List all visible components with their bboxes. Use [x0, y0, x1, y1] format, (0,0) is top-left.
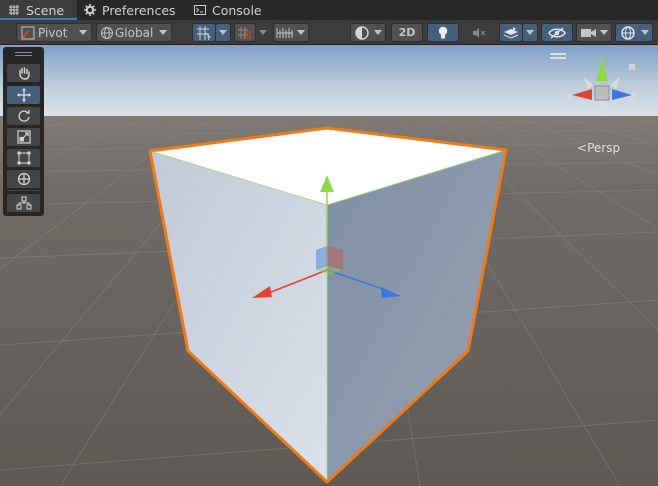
chevron-down-icon [297, 30, 305, 35]
gizmo-globe-icon [621, 25, 635, 40]
lighting-toggle[interactable] [427, 23, 459, 42]
chevron-down-icon [79, 30, 87, 35]
chevron-down-icon [259, 30, 267, 35]
scale-tool-button[interactable] [7, 128, 40, 146]
gizmo-x-label: x [566, 91, 572, 102]
gizmo-neg-y-cone[interactable] [598, 101, 606, 117]
tab-console-label: Console [212, 2, 262, 18]
vertex-snap-toggle[interactable] [273, 23, 309, 42]
layers-effects-icon [503, 26, 519, 39]
eye-hidden-icon [548, 26, 566, 39]
chevron-down-icon [526, 30, 534, 35]
audio-toggle[interactable] [463, 23, 495, 42]
global-label: Global [115, 25, 154, 40]
scene-viewport[interactable]: y x z [0, 45, 658, 486]
ruler-icon [276, 27, 293, 38]
increment-snap-toggle[interactable] [234, 23, 256, 42]
gear-icon [84, 4, 96, 16]
move-arrows-icon [16, 88, 31, 102]
gizmo-y-label: y [599, 55, 605, 63]
tab-preferences[interactable]: Preferences [84, 0, 194, 20]
gizmo-z-cone[interactable] [612, 89, 632, 100]
tools-divider [7, 190, 40, 191]
global-dropdown[interactable]: Global [96, 23, 172, 42]
projection-mode-toggle[interactable]: <Persp [577, 141, 620, 155]
move-tool-button[interactable] [7, 86, 40, 104]
rotate-icon [17, 110, 30, 122]
globe-icon [101, 26, 113, 39]
draw-mode-dropdown[interactable] [350, 23, 386, 42]
yz-plane-handle[interactable] [327, 246, 343, 270]
tab-bar: Scene Preferences Console [0, 0, 658, 20]
rect-transform-icon [17, 151, 30, 165]
rotate-tool-button[interactable] [7, 107, 40, 125]
grid-snap-toggle[interactable] [192, 23, 216, 42]
effects-toggle[interactable] [499, 23, 523, 42]
transform-combined-icon [17, 172, 30, 186]
audio-muted-icon [473, 27, 486, 38]
hand-icon [18, 67, 30, 80]
chevron-down-icon [641, 30, 649, 35]
chevron-down-icon [600, 30, 608, 35]
camera-settings-dropdown[interactable] [576, 23, 612, 42]
pivot-label: Pivot [38, 25, 68, 40]
transform-tool-button[interactable] [7, 170, 40, 188]
gizmo-neg-x-cone[interactable] [611, 77, 620, 89]
grid-snap-dropdown[interactable] [215, 23, 231, 42]
increment-snap-dropdown[interactable] [256, 23, 270, 42]
increment-snap-icon [238, 26, 251, 39]
lightbulb-icon [438, 26, 448, 38]
2d-toggle-button[interactable]: 2D [391, 23, 423, 42]
rect-tool-button[interactable] [7, 149, 40, 167]
pivot-icon [21, 26, 35, 39]
pivot-dropdown[interactable]: Pivot [16, 23, 92, 42]
gizmo-x-cone[interactable] [572, 89, 592, 100]
orientation-gizmo[interactable]: y x z [566, 55, 638, 127]
console-icon [194, 5, 206, 15]
gizmo-lock-square[interactable] [629, 64, 635, 70]
tools-overlay [3, 47, 44, 216]
shading-sphere-icon [355, 25, 369, 40]
chevron-down-icon [219, 30, 227, 35]
tab-console[interactable]: Console [194, 0, 274, 20]
scale-icon [16, 130, 31, 144]
tab-scene[interactable]: Scene [0, 0, 77, 20]
overlay-drag-handle[interactable] [15, 52, 32, 56]
tab-scene-label: Scene [26, 2, 65, 18]
camera-icon [581, 28, 596, 37]
custom-tool-button[interactable] [7, 194, 40, 212]
2d-label: 2D [398, 26, 416, 39]
custom-editor-tool-icon [16, 196, 31, 210]
scene-toolbar: Pivot Global 2D [0, 20, 658, 45]
xy-plane-handle[interactable] [316, 246, 327, 270]
gizmo-neg-z-cone[interactable] [584, 77, 593, 89]
scene-render[interactable] [0, 45, 658, 486]
gizmo-z-label: z [630, 91, 635, 102]
chevron-down-icon [159, 30, 167, 35]
chevron-down-icon [374, 30, 382, 35]
effects-dropdown[interactable] [522, 23, 538, 42]
persp-arrow-icon: < [577, 141, 588, 155]
hand-tool-button[interactable] [7, 64, 40, 82]
scene-grid-icon [9, 5, 19, 15]
persp-label: Persp [587, 141, 621, 155]
gizmos-dropdown[interactable] [615, 23, 653, 42]
scene-visibility-toggle[interactable] [541, 23, 573, 42]
tab-preferences-label: Preferences [102, 2, 176, 18]
scene-menu-handle[interactable] [550, 53, 566, 59]
gizmo-center-cube[interactable] [594, 85, 610, 101]
grid-snap-icon [197, 25, 212, 40]
